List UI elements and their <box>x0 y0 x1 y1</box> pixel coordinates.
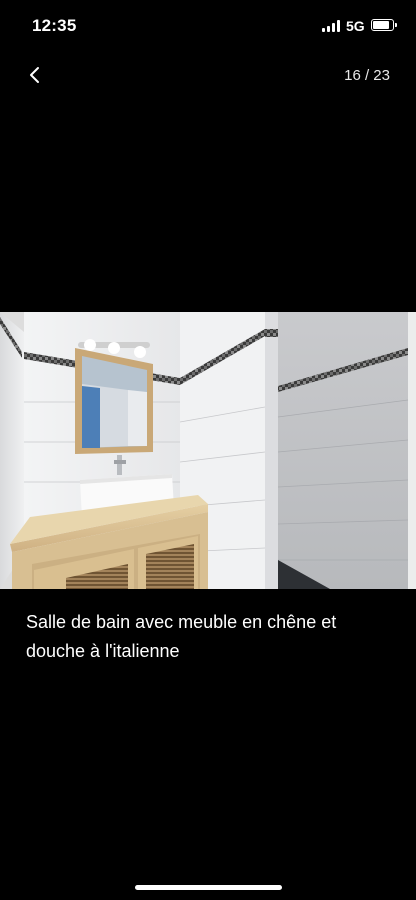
back-button[interactable] <box>22 62 48 88</box>
photo-counter: 16 / 23 <box>344 67 390 84</box>
home-indicator[interactable] <box>135 885 282 890</box>
network-type: 5G <box>346 18 365 34</box>
status-time: 12:35 <box>32 16 77 35</box>
gallery-photo[interactable] <box>0 312 416 589</box>
battery-icon <box>371 19 397 31</box>
chevron-left-icon <box>30 67 39 83</box>
bathroom-photo <box>0 312 416 589</box>
signal-icon <box>322 20 340 32</box>
photo-caption: Salle de bain avec meuble en chêne et do… <box>26 612 337 661</box>
battery-level <box>373 21 390 29</box>
status-bar: 12:35 5G <box>0 0 416 52</box>
